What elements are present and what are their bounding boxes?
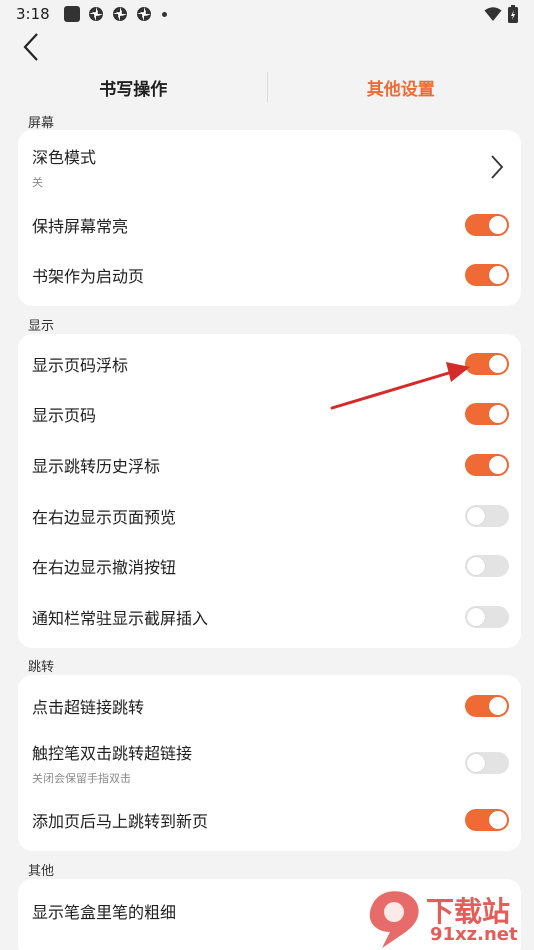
setting-row-stylus-double-tap: 触控笔双击跳转超链接 关闭会保留手指双击	[18, 731, 521, 795]
status-bar: 3:18	[0, 0, 534, 28]
setting-row-page-number-float: 显示页码浮标	[18, 339, 521, 389]
setting-title: 保持屏幕常亮	[32, 217, 129, 236]
setting-row-keep-screen-on: 保持屏幕常亮	[18, 200, 521, 250]
watermark-9-icon	[369, 891, 419, 948]
setting-title: 通知栏常驻显示截屏插入	[32, 609, 209, 628]
setting-row-jump-history-float: 显示跳转历史浮标	[18, 440, 521, 490]
tab-writing-operations[interactable]: 书写操作	[0, 75, 267, 100]
battery-icon	[508, 5, 518, 23]
wifi-icon	[484, 7, 502, 21]
notification-pinwheel-icon	[88, 7, 103, 21]
watermark-logo: 下载站 91xz.net	[360, 886, 534, 950]
tab-bar: 书写操作 其他设置	[0, 66, 534, 108]
setting-subtitle: 关	[32, 176, 43, 189]
toggle-knob	[489, 266, 507, 284]
toggle-jump-to-new-page[interactable]	[465, 809, 509, 831]
toggle-knob	[467, 754, 485, 772]
toggle-stylus-double-tap[interactable]	[465, 752, 509, 774]
toggle-page-number-float[interactable]	[465, 353, 509, 375]
toggle-page-number[interactable]	[465, 403, 509, 425]
toggle-knob	[467, 608, 485, 626]
back-arrow-icon	[23, 33, 38, 61]
setting-title: 书架作为启动页	[32, 267, 145, 286]
toggle-jump-history-float[interactable]	[465, 454, 509, 476]
setting-row-jump-to-new-page: 添加页后马上跳转到新页	[18, 795, 521, 845]
setting-subtitle: 关闭会保留手指双击	[32, 772, 131, 785]
card-jump: 点击超链接跳转 触控笔双击跳转超链接 关闭会保留手指双击 添加页后马上跳转到新页	[18, 675, 521, 851]
section-label-jump: 跳转	[28, 660, 55, 675]
notification-app-icon	[63, 6, 80, 22]
status-time: 3:18	[16, 5, 50, 23]
chevron-right-icon	[485, 150, 509, 184]
setting-title: 在右边显示页面预览	[32, 508, 177, 527]
toggle-knob	[489, 456, 507, 474]
setting-row-notification-screenshot: 通知栏常驻显示截屏插入	[18, 592, 521, 642]
toggle-right-undo-button[interactable]	[465, 555, 509, 577]
card-display: 显示页码浮标 显示页码 显示跳转历史浮标 在右边显示页面预览 在右边显示撤消按钮…	[18, 334, 521, 648]
setting-row-right-page-preview: 在右边显示页面预览	[18, 491, 521, 541]
setting-row-right-undo-button: 在右边显示撤消按钮	[18, 541, 521, 591]
toggle-knob	[489, 405, 507, 423]
setting-title: 在右边显示撤消按钮	[32, 558, 177, 577]
setting-title: 添加页后马上跳转到新页	[32, 812, 209, 831]
toggle-knob	[489, 811, 507, 829]
watermark-text-url: 91xz.net	[430, 924, 518, 945]
toggle-bookshelf-startup[interactable]	[465, 264, 509, 286]
toggle-keep-screen-on[interactable]	[465, 214, 509, 236]
section-label-screen: 屏幕	[28, 116, 55, 131]
toggle-click-hyperlink[interactable]	[465, 695, 509, 717]
setting-title: 触控笔双击跳转超链接	[32, 744, 193, 763]
toggle-knob	[489, 355, 507, 373]
setting-row-dark-mode[interactable]: 深色模式 关	[18, 130, 521, 204]
notification-pinwheel-icon	[112, 7, 127, 21]
toggle-knob	[467, 557, 485, 575]
toggle-notification-screenshot[interactable]	[465, 606, 509, 628]
notification-pinwheel-icon	[136, 7, 151, 21]
card-screen: 深色模式 关 保持屏幕常亮 书架作为启动页	[18, 130, 521, 306]
setting-row-click-hyperlink: 点击超链接跳转	[18, 681, 521, 731]
toggle-right-page-preview[interactable]	[465, 505, 509, 527]
toggle-knob	[489, 216, 507, 234]
setting-title: 显示页码浮标	[32, 356, 129, 375]
setting-title: 点击超链接跳转	[32, 698, 145, 717]
tab-other-settings[interactable]: 其他设置	[268, 75, 534, 100]
setting-title: 显示跳转历史浮标	[32, 457, 161, 476]
setting-row-page-number: 显示页码	[18, 389, 521, 439]
toggle-knob	[467, 507, 485, 525]
toggle-knob	[489, 697, 507, 715]
setting-title: 深色模式	[32, 148, 97, 167]
section-label-display: 显示	[28, 319, 55, 334]
section-label-other: 其他	[28, 864, 55, 879]
setting-title: 显示页码	[32, 406, 97, 425]
setting-row-bookshelf-startup: 书架作为启动页	[18, 250, 521, 300]
back-button[interactable]	[14, 30, 48, 64]
notification-more-dot-icon	[161, 11, 167, 17]
